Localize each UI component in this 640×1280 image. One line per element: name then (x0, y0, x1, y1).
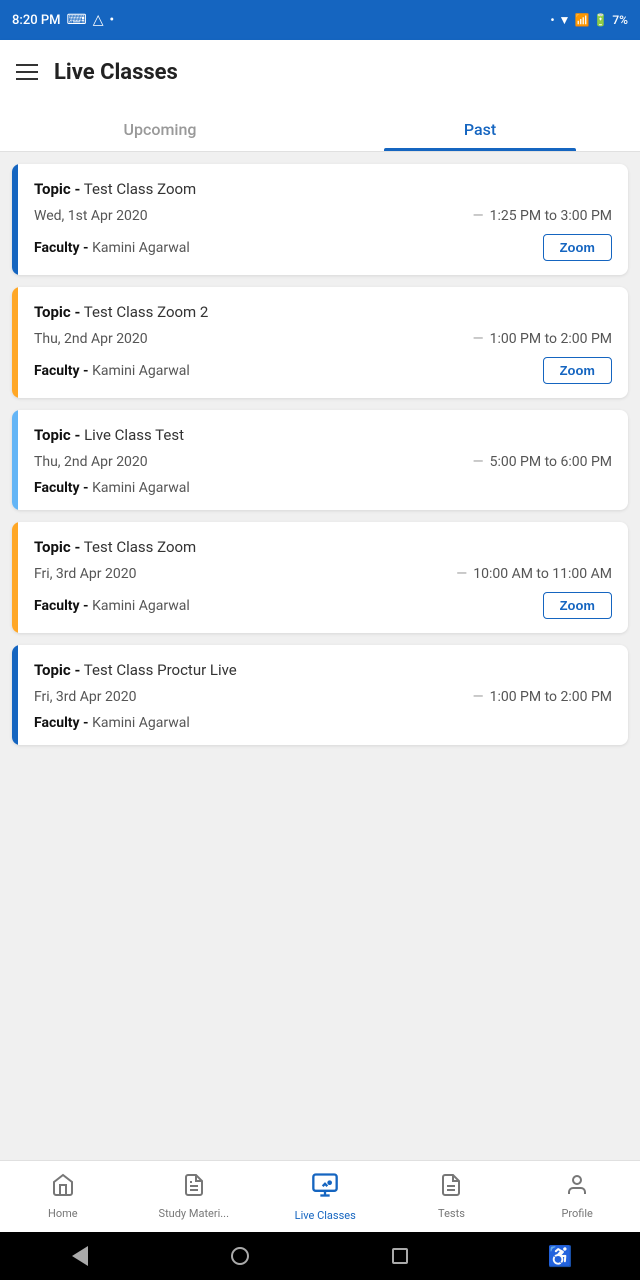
card-date-1: Wed, 1st Apr 2020 (34, 208, 148, 224)
nav-liveclasses[interactable]: Live Classes (295, 1171, 356, 1222)
card-faculty-3: Faculty - Kamini Agarwal (34, 480, 190, 496)
card-date-3: Thu, 2nd Apr 2020 (34, 454, 148, 470)
signal-icon: 📶 (574, 13, 589, 27)
menu-button[interactable] (16, 64, 38, 80)
card-time-3: — 5:00 PM to 6:00 PM (473, 454, 612, 470)
card-topic-1: Topic - Test Class Zoom (34, 180, 612, 198)
card-faculty-1: Faculty - Kamini Agarwal (34, 240, 190, 256)
status-right: • ▼ 📶 🔋 7% (550, 13, 628, 27)
nav-home[interactable]: Home (33, 1173, 93, 1220)
zoom-button-1[interactable]: Zoom (543, 234, 612, 261)
card-date-row-5: Fri, 3rd Apr 2020 — 1:00 PM to 2:00 PM (34, 689, 612, 705)
dot-indicator: • (110, 13, 115, 28)
card-faculty-row-2: Faculty - Kamini Agarwal Zoom (34, 357, 612, 384)
battery-level: 7% (612, 13, 628, 27)
class-card-1: Topic - Test Class Zoom Wed, 1st Apr 202… (12, 164, 628, 275)
status-left: 8:20 PM ⌨ △ • (12, 12, 114, 28)
card-faculty-4: Faculty - Kamini Agarwal (34, 598, 190, 614)
card-time-1: — 1:25 PM to 3:00 PM (473, 208, 612, 224)
tabs-container: Upcoming Past (0, 104, 640, 152)
app-icon: △ (93, 12, 104, 28)
card-date-4: Fri, 3rd Apr 2020 (34, 566, 136, 582)
card-date-row-2: Thu, 2nd Apr 2020 — 1:00 PM to 2:00 PM (34, 331, 612, 347)
card-date-row-1: Wed, 1st Apr 2020 — 1:25 PM to 3:00 PM (34, 208, 612, 224)
tests-icon (439, 1173, 463, 1203)
class-card-2: Topic - Test Class Zoom 2 Thu, 2nd Apr 2… (12, 287, 628, 398)
home-button[interactable] (222, 1238, 258, 1274)
card-faculty-row-4: Faculty - Kamini Agarwal Zoom (34, 592, 612, 619)
class-card-5: Topic - Test Class Proctur Live Fri, 3rd… (12, 645, 628, 745)
card-topic-2: Topic - Test Class Zoom 2 (34, 303, 612, 321)
card-date-2: Thu, 2nd Apr 2020 (34, 331, 148, 347)
status-bar: 8:20 PM ⌨ △ • • ▼ 📶 🔋 7% (0, 0, 640, 40)
keyboard-icon: ⌨ (67, 12, 87, 28)
tab-upcoming[interactable]: Upcoming (0, 104, 320, 151)
dot-small: • (550, 13, 554, 27)
card-time-4: — 10:00 AM to 11:00 AM (456, 566, 612, 582)
card-faculty-2: Faculty - Kamini Agarwal (34, 363, 190, 379)
nav-tests-label: Tests (438, 1207, 465, 1220)
card-topic-4: Topic - Test Class Zoom (34, 538, 612, 556)
bottom-nav: Home Study Materi... Live Classes (0, 1160, 640, 1232)
page-title: Live Classes (54, 60, 178, 85)
class-card-3: Topic - Live Class Test Thu, 2nd Apr 202… (12, 410, 628, 510)
card-faculty-row-3: Faculty - Kamini Agarwal (34, 480, 612, 496)
nav-profile[interactable]: Profile (547, 1173, 607, 1220)
card-topic-3: Topic - Live Class Test (34, 426, 612, 444)
accessibility-icon: ♿ (548, 1244, 573, 1268)
wifi-icon: ▼ (559, 13, 571, 27)
battery-icon: 🔋 (593, 13, 608, 27)
status-time: 8:20 PM (12, 13, 61, 28)
system-nav: ♿ (0, 1232, 640, 1280)
recents-button[interactable] (382, 1238, 418, 1274)
nav-profile-label: Profile (561, 1207, 592, 1220)
card-faculty-5: Faculty - Kamini Agarwal (34, 715, 190, 731)
zoom-button-2[interactable]: Zoom (543, 357, 612, 384)
nav-tests[interactable]: Tests (421, 1173, 481, 1220)
card-body-5: Topic - Test Class Proctur Live Fri, 3rd… (18, 645, 628, 745)
card-faculty-row-1: Faculty - Kamini Agarwal Zoom (34, 234, 612, 261)
accessibility-button[interactable]: ♿ (542, 1238, 578, 1274)
card-time-5: — 1:00 PM to 2:00 PM (473, 689, 612, 705)
card-topic-5: Topic - Test Class Proctur Live (34, 661, 612, 679)
app-bar: Live Classes (0, 40, 640, 104)
card-date-5: Fri, 3rd Apr 2020 (34, 689, 136, 705)
card-date-row-3: Thu, 2nd Apr 2020 — 5:00 PM to 6:00 PM (34, 454, 612, 470)
home-icon (51, 1173, 75, 1203)
profile-icon (565, 1173, 589, 1203)
card-date-row-4: Fri, 3rd Apr 2020 — 10:00 AM to 11:00 AM (34, 566, 612, 582)
liveclasses-icon (311, 1171, 339, 1205)
study-icon (182, 1173, 206, 1203)
nav-study[interactable]: Study Materi... (159, 1173, 229, 1220)
nav-home-label: Home (48, 1207, 78, 1220)
card-body-4: Topic - Test Class Zoom Fri, 3rd Apr 202… (18, 522, 628, 633)
tab-past[interactable]: Past (320, 104, 640, 151)
card-time-2: — 1:00 PM to 2:00 PM (473, 331, 612, 347)
zoom-button-4[interactable]: Zoom (543, 592, 612, 619)
card-body-2: Topic - Test Class Zoom 2 Thu, 2nd Apr 2… (18, 287, 628, 398)
classes-list: Topic - Test Class Zoom Wed, 1st Apr 202… (0, 152, 640, 1160)
card-body-1: Topic - Test Class Zoom Wed, 1st Apr 202… (18, 164, 628, 275)
card-faculty-row-5: Faculty - Kamini Agarwal (34, 715, 612, 731)
card-body-3: Topic - Live Class Test Thu, 2nd Apr 202… (18, 410, 628, 510)
nav-liveclasses-label: Live Classes (295, 1209, 356, 1222)
back-button[interactable] (62, 1238, 98, 1274)
class-card-4: Topic - Test Class Zoom Fri, 3rd Apr 202… (12, 522, 628, 633)
nav-study-label: Study Materi... (159, 1207, 229, 1220)
